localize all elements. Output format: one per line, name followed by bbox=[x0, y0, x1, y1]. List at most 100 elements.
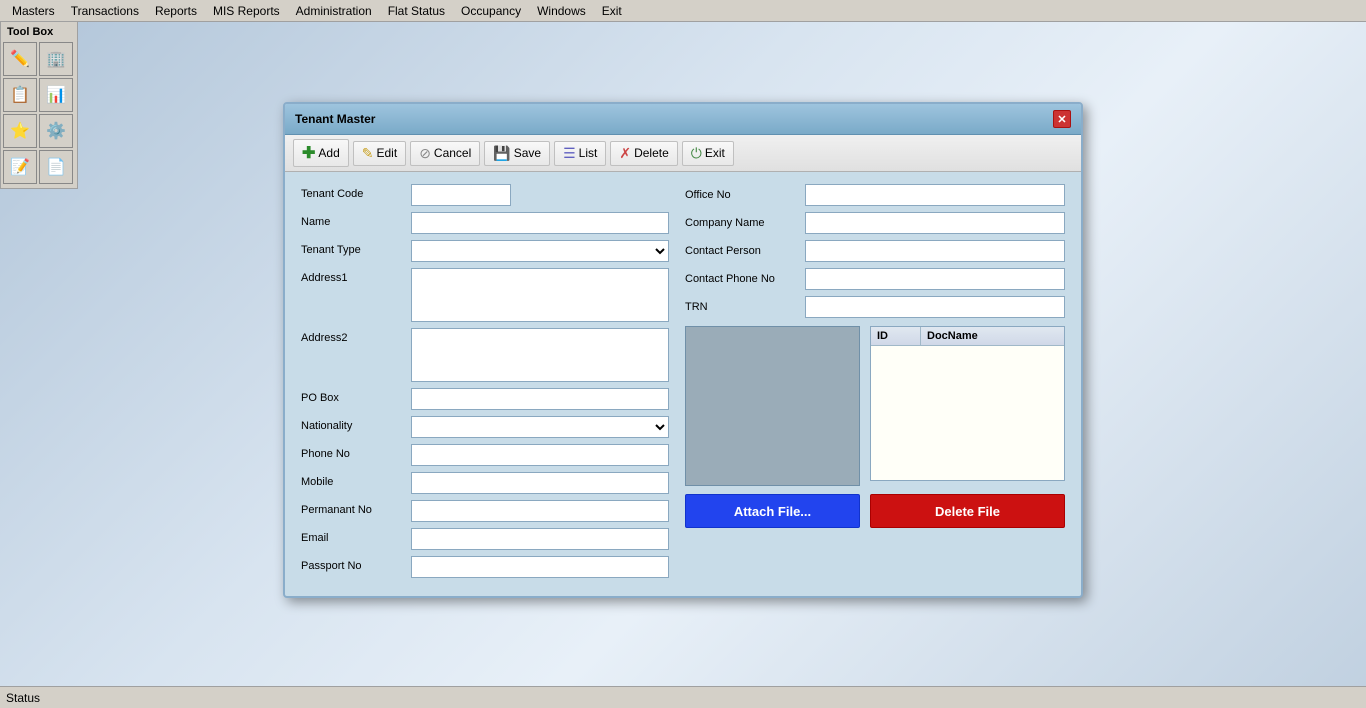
add-icon: ✚ bbox=[302, 143, 315, 163]
passport-no-label: Passport No bbox=[301, 556, 411, 572]
form-left: Tenant Code Name Tenant Type Address1 bbox=[301, 184, 669, 584]
po-box-label: PO Box bbox=[301, 388, 411, 404]
delete-file-button[interactable]: Delete File bbox=[870, 494, 1065, 528]
menu-flat-status[interactable]: Flat Status bbox=[380, 2, 453, 20]
permanant-no-row: Permanant No bbox=[301, 500, 669, 522]
name-input[interactable] bbox=[411, 212, 669, 234]
mobile-input[interactable] bbox=[411, 472, 669, 494]
menu-administration[interactable]: Administration bbox=[288, 2, 380, 20]
menu-occupancy[interactable]: Occupancy bbox=[453, 2, 529, 20]
address1-input[interactable] bbox=[411, 268, 669, 322]
save-label: Save bbox=[514, 146, 541, 160]
menu-mis-reports[interactable]: MIS Reports bbox=[205, 2, 288, 20]
exit-icon: ⏻ bbox=[691, 145, 702, 162]
delete-label: Delete bbox=[634, 146, 669, 160]
office-no-input[interactable] bbox=[805, 184, 1065, 206]
trn-label: TRN bbox=[685, 301, 805, 313]
cancel-label: Cancel bbox=[434, 146, 471, 160]
passport-no-input[interactable] bbox=[411, 556, 669, 578]
modal-close-button[interactable]: ✕ bbox=[1053, 110, 1071, 128]
company-name-input[interactable] bbox=[805, 212, 1065, 234]
photo-doc-section: ID DocName bbox=[685, 326, 1065, 486]
edit-icon: ✎ bbox=[362, 145, 374, 162]
cancel-button[interactable]: ⊘ Cancel bbox=[410, 141, 480, 166]
permanant-no-label: Permanant No bbox=[301, 500, 411, 516]
tenant-type-row: Tenant Type bbox=[301, 240, 669, 262]
contact-person-row: Contact Person bbox=[685, 240, 1065, 262]
trn-input[interactable] bbox=[805, 296, 1065, 318]
phone-no-label: Phone No bbox=[301, 444, 411, 460]
attach-file-button[interactable]: Attach File... bbox=[685, 494, 860, 528]
contact-person-input[interactable] bbox=[805, 240, 1065, 262]
address1-row: Address1 bbox=[301, 268, 669, 322]
menu-transactions[interactable]: Transactions bbox=[63, 2, 147, 20]
list-button[interactable]: ☰ List bbox=[554, 141, 606, 166]
add-button[interactable]: ✚ Add bbox=[293, 139, 349, 167]
modal-title: Tenant Master bbox=[295, 112, 375, 126]
permanant-no-input[interactable] bbox=[411, 500, 669, 522]
doc-grid: ID DocName bbox=[870, 326, 1065, 481]
menu-masters[interactable]: Masters bbox=[4, 2, 63, 20]
tenant-code-input[interactable] bbox=[411, 184, 511, 206]
exit-label: Exit bbox=[705, 146, 725, 160]
menu-exit[interactable]: Exit bbox=[594, 2, 630, 20]
contact-phone-row: Contact Phone No bbox=[685, 268, 1065, 290]
nationality-row: Nationality bbox=[301, 416, 669, 438]
menu-reports[interactable]: Reports bbox=[147, 2, 205, 20]
tenant-code-row: Tenant Code bbox=[301, 184, 669, 206]
list-icon: ☰ bbox=[563, 145, 576, 162]
address1-label: Address1 bbox=[301, 268, 411, 284]
phone-no-row: Phone No bbox=[301, 444, 669, 466]
name-row: Name bbox=[301, 212, 669, 234]
nationality-label: Nationality bbox=[301, 416, 411, 432]
doc-col-id: ID bbox=[871, 327, 921, 345]
phone-no-input[interactable] bbox=[411, 444, 669, 466]
edit-button[interactable]: ✎ Edit bbox=[353, 141, 406, 166]
address2-row: Address2 bbox=[301, 328, 669, 382]
save-icon: 💾 bbox=[493, 145, 510, 162]
trn-row: TRN bbox=[685, 296, 1065, 318]
modal-toolbar: ✚ Add ✎ Edit ⊘ Cancel 💾 Save ☰ List ✗ De… bbox=[285, 135, 1081, 172]
tenant-type-label: Tenant Type bbox=[301, 240, 411, 256]
doc-area: ID DocName bbox=[870, 326, 1065, 486]
company-name-row: Company Name bbox=[685, 212, 1065, 234]
contact-person-label: Contact Person bbox=[685, 245, 805, 257]
doc-col-docname: DocName bbox=[921, 327, 1064, 345]
modal-titlebar: Tenant Master ✕ bbox=[285, 104, 1081, 135]
action-buttons-section: Attach File... Delete File bbox=[685, 494, 1065, 528]
address2-input[interactable] bbox=[411, 328, 669, 382]
office-no-row: Office No bbox=[685, 184, 1065, 206]
add-label: Add bbox=[318, 146, 339, 160]
address2-label: Address2 bbox=[301, 328, 411, 344]
menu-windows[interactable]: Windows bbox=[529, 2, 594, 20]
save-button[interactable]: 💾 Save bbox=[484, 141, 550, 166]
company-name-label: Company Name bbox=[685, 217, 805, 229]
email-input[interactable] bbox=[411, 528, 669, 550]
email-label: Email bbox=[301, 528, 411, 544]
photo-area bbox=[685, 326, 860, 486]
form-right: Office No Company Name Contact Person Co… bbox=[685, 184, 1065, 584]
exit-button[interactable]: ⏻ Exit bbox=[682, 141, 734, 166]
modal-form-body: Tenant Code Name Tenant Type Address1 bbox=[285, 172, 1081, 596]
passport-no-row: Passport No bbox=[301, 556, 669, 578]
list-label: List bbox=[579, 146, 598, 160]
delete-icon: ✗ bbox=[619, 145, 631, 162]
po-box-input[interactable] bbox=[411, 388, 669, 410]
delete-button[interactable]: ✗ Delete bbox=[610, 141, 677, 166]
nationality-select[interactable] bbox=[411, 416, 669, 438]
modal-overlay: Tenant Master ✕ ✚ Add ✎ Edit ⊘ Cancel 💾 … bbox=[0, 22, 1366, 686]
name-label: Name bbox=[301, 212, 411, 228]
cancel-icon: ⊘ bbox=[419, 145, 431, 162]
tenant-type-select[interactable] bbox=[411, 240, 669, 262]
tenant-code-label: Tenant Code bbox=[301, 184, 411, 200]
menubar: Masters Transactions Reports MIS Reports… bbox=[0, 0, 1366, 22]
tenant-master-modal: Tenant Master ✕ ✚ Add ✎ Edit ⊘ Cancel 💾 … bbox=[283, 102, 1083, 598]
contact-phone-input[interactable] bbox=[805, 268, 1065, 290]
contact-phone-label: Contact Phone No bbox=[685, 273, 805, 285]
po-box-row: PO Box bbox=[301, 388, 669, 410]
email-row: Email bbox=[301, 528, 669, 550]
mobile-row: Mobile bbox=[301, 472, 669, 494]
office-no-label: Office No bbox=[685, 189, 805, 201]
doc-grid-header: ID DocName bbox=[871, 327, 1064, 346]
mobile-label: Mobile bbox=[301, 472, 411, 488]
